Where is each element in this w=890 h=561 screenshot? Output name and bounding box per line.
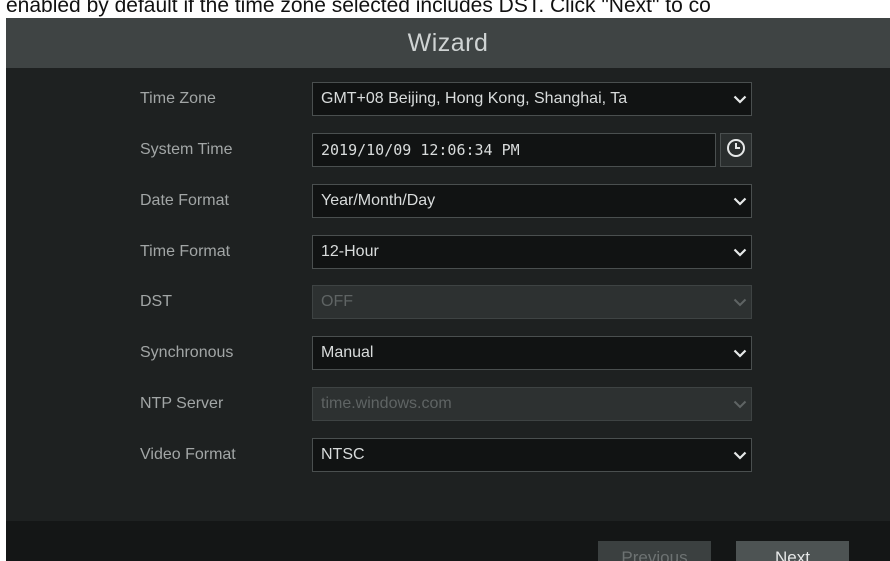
time-format-value: 12-Hour xyxy=(321,243,379,260)
dst-row: DST OFF xyxy=(6,285,890,319)
dst-select: OFF xyxy=(312,285,752,319)
ntp-server-row: NTP Server time.windows.com xyxy=(6,387,890,421)
date-format-select[interactable]: Year/Month/Day xyxy=(312,184,752,218)
video-format-value: NTSC xyxy=(321,446,365,463)
next-button[interactable]: Next xyxy=(736,541,849,561)
chevron-down-icon xyxy=(729,83,751,115)
chevron-down-icon xyxy=(729,236,751,268)
date-format-row: Date Format Year/Month/Day xyxy=(6,184,890,218)
system-time-row: System Time 2019/10/09 12:06:34 PM xyxy=(6,133,890,167)
chevron-down-icon xyxy=(729,185,751,217)
dst-label: DST xyxy=(140,293,172,310)
ntp-server-select: time.windows.com xyxy=(312,387,752,421)
system-time-label: System Time xyxy=(140,141,233,158)
wizard-title-bar: Wizard xyxy=(6,18,890,68)
synchronous-value: Manual xyxy=(321,344,374,361)
wizard-footer: Previous Next xyxy=(6,521,890,561)
wizard-form: Time Zone GMT+08 Beijing, Hong Kong, Sha… xyxy=(6,68,890,521)
chevron-down-icon xyxy=(729,439,751,471)
ntp-server-value: time.windows.com xyxy=(321,395,452,412)
system-time-value: 2019/10/09 12:06:34 PM xyxy=(321,141,520,159)
synchronous-row: Synchronous Manual xyxy=(6,336,890,370)
system-time-input[interactable]: 2019/10/09 12:06:34 PM xyxy=(312,133,716,167)
time-zone-label: Time Zone xyxy=(140,90,216,107)
video-format-select[interactable]: NTSC xyxy=(312,438,752,472)
synchronous-select[interactable]: Manual xyxy=(312,336,752,370)
wizard-dialog: Wizard Time Zone GMT+08 Beijing, Hong Ko… xyxy=(6,18,890,561)
clock-icon xyxy=(726,138,746,163)
video-format-label: Video Format xyxy=(140,446,236,463)
time-format-label: Time Format xyxy=(140,243,231,260)
time-zone-value: GMT+08 Beijing, Hong Kong, Shanghai, Ta xyxy=(321,90,628,107)
dst-value: OFF xyxy=(321,293,353,310)
chevron-down-icon xyxy=(729,286,751,318)
ntp-server-label: NTP Server xyxy=(140,395,224,412)
time-format-row: Time Format 12-Hour xyxy=(6,235,890,269)
time-zone-select[interactable]: GMT+08 Beijing, Hong Kong, Shanghai, Ta xyxy=(312,82,752,116)
chevron-down-icon xyxy=(729,388,751,420)
time-format-select[interactable]: 12-Hour xyxy=(312,235,752,269)
clock-button[interactable] xyxy=(720,133,752,167)
wizard-title: Wizard xyxy=(407,28,489,57)
synchronous-label: Synchronous xyxy=(140,344,234,361)
date-format-label: Date Format xyxy=(140,192,229,209)
document-text-line: enabled by default if the time zone sele… xyxy=(6,0,711,17)
date-format-value: Year/Month/Day xyxy=(321,192,436,209)
previous-button[interactable]: Previous xyxy=(598,541,711,561)
time-zone-row: Time Zone GMT+08 Beijing, Hong Kong, Sha… xyxy=(6,82,890,116)
video-format-row: Video Format NTSC xyxy=(6,438,890,472)
chevron-down-icon xyxy=(729,337,751,369)
